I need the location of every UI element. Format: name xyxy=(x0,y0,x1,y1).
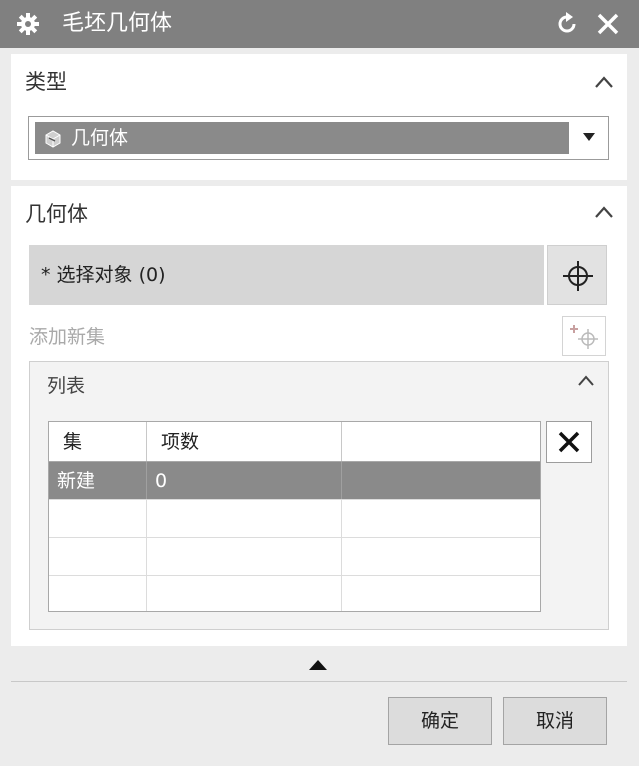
table-cell-extra xyxy=(342,538,540,575)
geometry-section-title: 几何体 xyxy=(25,202,88,226)
select-object-label: * 选择对象 (0) xyxy=(41,264,166,286)
table-cell-set: 新建 xyxy=(49,462,147,499)
table-row[interactable] xyxy=(49,538,540,576)
table-cell-count: 0 xyxy=(147,462,342,499)
ok-button[interactable]: 确定 xyxy=(388,697,492,745)
close-icon[interactable] xyxy=(596,12,620,36)
list-title: 列表 xyxy=(47,375,86,397)
table-cell-count xyxy=(147,500,342,537)
table-cell-extra xyxy=(342,500,540,537)
sets-table: 集 项数 新建 0 xyxy=(48,421,541,612)
collapse-geometry-chevron-icon[interactable] xyxy=(593,204,615,220)
table-cell-count xyxy=(147,538,342,575)
table-cell-set xyxy=(49,500,147,537)
column-header-set[interactable]: 集 xyxy=(49,422,147,461)
collapse-type-chevron-icon[interactable] xyxy=(593,74,615,90)
delete-x-icon xyxy=(558,431,580,453)
crosshair-icon xyxy=(563,261,593,291)
table-row[interactable] xyxy=(49,500,540,538)
cancel-button[interactable]: 取消 xyxy=(503,697,607,745)
table-header-row: 集 项数 xyxy=(49,422,540,462)
table-cell-extra xyxy=(342,576,540,611)
delete-set-button[interactable] xyxy=(546,421,592,463)
type-dropdown-label: 几何体 xyxy=(71,127,129,149)
point-picker-button[interactable] xyxy=(547,245,607,305)
type-section: 类型 几何体 xyxy=(11,54,627,180)
table-row[interactable]: 新建 0 xyxy=(49,462,540,500)
window-title: 毛坯几何体 xyxy=(62,11,173,36)
collapse-list-chevron-icon[interactable] xyxy=(577,374,595,388)
type-section-title: 类型 xyxy=(25,70,67,94)
reset-icon[interactable] xyxy=(555,12,579,36)
table-cell-extra xyxy=(342,462,540,499)
gear-icon[interactable] xyxy=(16,12,40,36)
chevron-down-icon[interactable] xyxy=(583,133,595,141)
type-dropdown-value: 几何体 xyxy=(35,122,569,154)
geometry-body-icon xyxy=(45,130,61,148)
table-cell-count xyxy=(147,576,342,611)
geometry-section: 几何体 * 选择对象 (0) 添加新集 列表 集 项数 新建 0 xyxy=(11,186,627,646)
add-set-icon xyxy=(570,325,598,349)
column-header-count[interactable]: 项数 xyxy=(147,422,342,461)
type-dropdown[interactable]: 几何体 xyxy=(28,116,609,160)
add-new-set-button[interactable] xyxy=(562,316,606,356)
list-panel: 列表 集 项数 新建 0 xyxy=(29,361,609,630)
add-new-set-label: 添加新集 xyxy=(29,326,106,348)
footer-divider xyxy=(11,681,627,682)
more-options-arrow-icon[interactable] xyxy=(309,660,327,670)
table-cell-set xyxy=(49,538,147,575)
title-bar: 毛坯几何体 xyxy=(0,0,639,48)
table-cell-set xyxy=(49,576,147,611)
select-object-field[interactable]: * 选择对象 (0) xyxy=(29,245,544,305)
column-header-extra[interactable] xyxy=(342,422,540,461)
table-row[interactable] xyxy=(49,576,540,611)
